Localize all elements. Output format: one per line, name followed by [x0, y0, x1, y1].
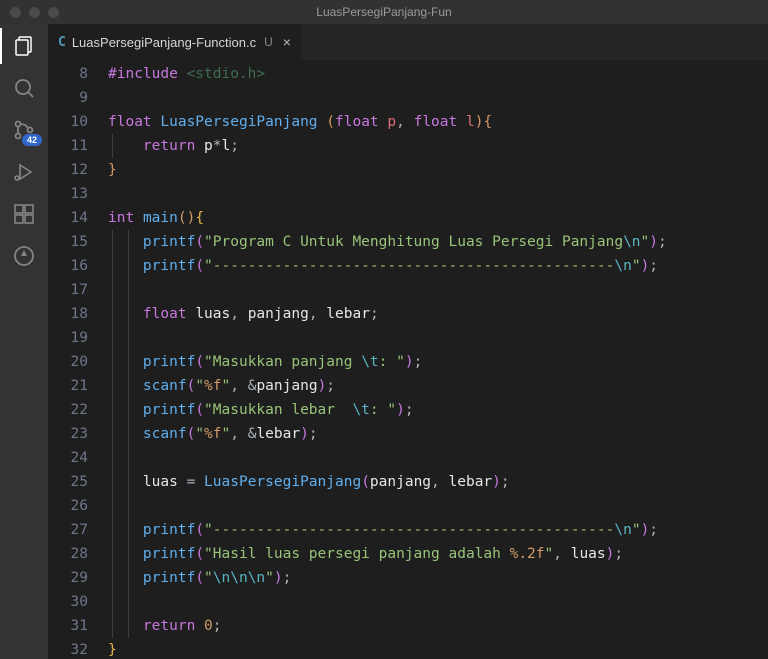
line-number: 18 — [48, 302, 88, 326]
line-number: 9 — [48, 86, 88, 110]
explorer-icon[interactable] — [12, 34, 36, 58]
code-line[interactable]: printf("Masukkan lebar \t: "); — [108, 398, 768, 422]
code-line[interactable]: float LuasPersegiPanjang (float p, float… — [108, 110, 768, 134]
code-line[interactable] — [108, 590, 768, 614]
scm-badge: 42 — [22, 134, 42, 146]
line-number: 10 — [48, 110, 88, 134]
line-number: 8 — [48, 62, 88, 86]
extensions-icon[interactable] — [12, 202, 36, 226]
code-line[interactable]: printf("--------------------------------… — [108, 518, 768, 542]
line-number: 23 — [48, 422, 88, 446]
tab-bar: C LuasPersegiPanjang-Function.c U × — [48, 24, 768, 60]
scm-icon[interactable]: 42 — [12, 118, 36, 142]
code-line[interactable]: return p*l; — [108, 134, 768, 158]
tab-close-icon[interactable]: × — [279, 34, 291, 50]
tab-active[interactable]: C LuasPersegiPanjang-Function.c U × — [48, 24, 302, 60]
code-area[interactable]: #include <stdio.h> float LuasPersegiPanj… — [108, 62, 768, 659]
line-number: 13 — [48, 182, 88, 206]
line-number: 28 — [48, 542, 88, 566]
code-line[interactable]: int main(){ — [108, 206, 768, 230]
line-number: 26 — [48, 494, 88, 518]
code-line[interactable]: printf("\n\n\n"); — [108, 566, 768, 590]
code-line[interactable]: } — [108, 638, 768, 659]
line-number: 22 — [48, 398, 88, 422]
code-line[interactable]: return 0; — [108, 614, 768, 638]
line-number: 30 — [48, 590, 88, 614]
close-window-icon[interactable] — [10, 7, 21, 18]
line-number: 16 — [48, 254, 88, 278]
line-number: 29 — [48, 566, 88, 590]
line-number: 21 — [48, 374, 88, 398]
code-line[interactable]: scanf("%f", &lebar); — [108, 422, 768, 446]
code-line[interactable] — [108, 494, 768, 518]
code-line[interactable] — [108, 446, 768, 470]
line-number: 24 — [48, 446, 88, 470]
code-line[interactable]: printf("--------------------------------… — [108, 254, 768, 278]
code-line[interactable]: float luas, panjang, lebar; — [108, 302, 768, 326]
code-line[interactable]: printf("Masukkan panjang \t: "); — [108, 350, 768, 374]
line-number: 19 — [48, 326, 88, 350]
c-file-icon: C — [58, 35, 66, 50]
code-line[interactable]: printf("Program C Untuk Menghitung Luas … — [108, 230, 768, 254]
line-number: 14 — [48, 206, 88, 230]
code-line[interactable]: } — [108, 158, 768, 182]
line-number: 12 — [48, 158, 88, 182]
tab-filename: LuasPersegiPanjang-Function.c — [72, 35, 256, 50]
search-icon[interactable] — [12, 76, 36, 100]
line-number: 32 — [48, 638, 88, 659]
code-line[interactable]: luas = LuasPersegiPanjang(panjang, lebar… — [108, 470, 768, 494]
line-number: 15 — [48, 230, 88, 254]
line-number: 11 — [48, 134, 88, 158]
code-line[interactable] — [108, 182, 768, 206]
code-line[interactable]: #include <stdio.h> — [108, 62, 768, 86]
activity-bar: 42 — [0, 24, 48, 659]
code-line[interactable] — [108, 86, 768, 110]
line-number: 17 — [48, 278, 88, 302]
editor[interactable]: 8910111213141516171819202122232425262728… — [48, 60, 768, 659]
code-line[interactable] — [108, 278, 768, 302]
live-share-icon[interactable] — [12, 244, 36, 268]
tab-dirty-indicator: U — [262, 35, 273, 49]
line-number: 20 — [48, 350, 88, 374]
line-gutter: 8910111213141516171819202122232425262728… — [48, 62, 108, 659]
window-controls[interactable] — [0, 7, 59, 18]
line-number: 27 — [48, 518, 88, 542]
window-title: LuasPersegiPanjang-Fun — [316, 5, 451, 19]
line-number: 25 — [48, 470, 88, 494]
maximize-window-icon[interactable] — [48, 7, 59, 18]
code-line[interactable]: scanf("%f", &panjang); — [108, 374, 768, 398]
debug-icon[interactable] — [12, 160, 36, 184]
code-line[interactable]: printf("Hasil luas persegi panjang adala… — [108, 542, 768, 566]
line-number: 31 — [48, 614, 88, 638]
code-line[interactable] — [108, 326, 768, 350]
minimize-window-icon[interactable] — [29, 7, 40, 18]
title-bar: LuasPersegiPanjang-Fun — [0, 0, 768, 24]
